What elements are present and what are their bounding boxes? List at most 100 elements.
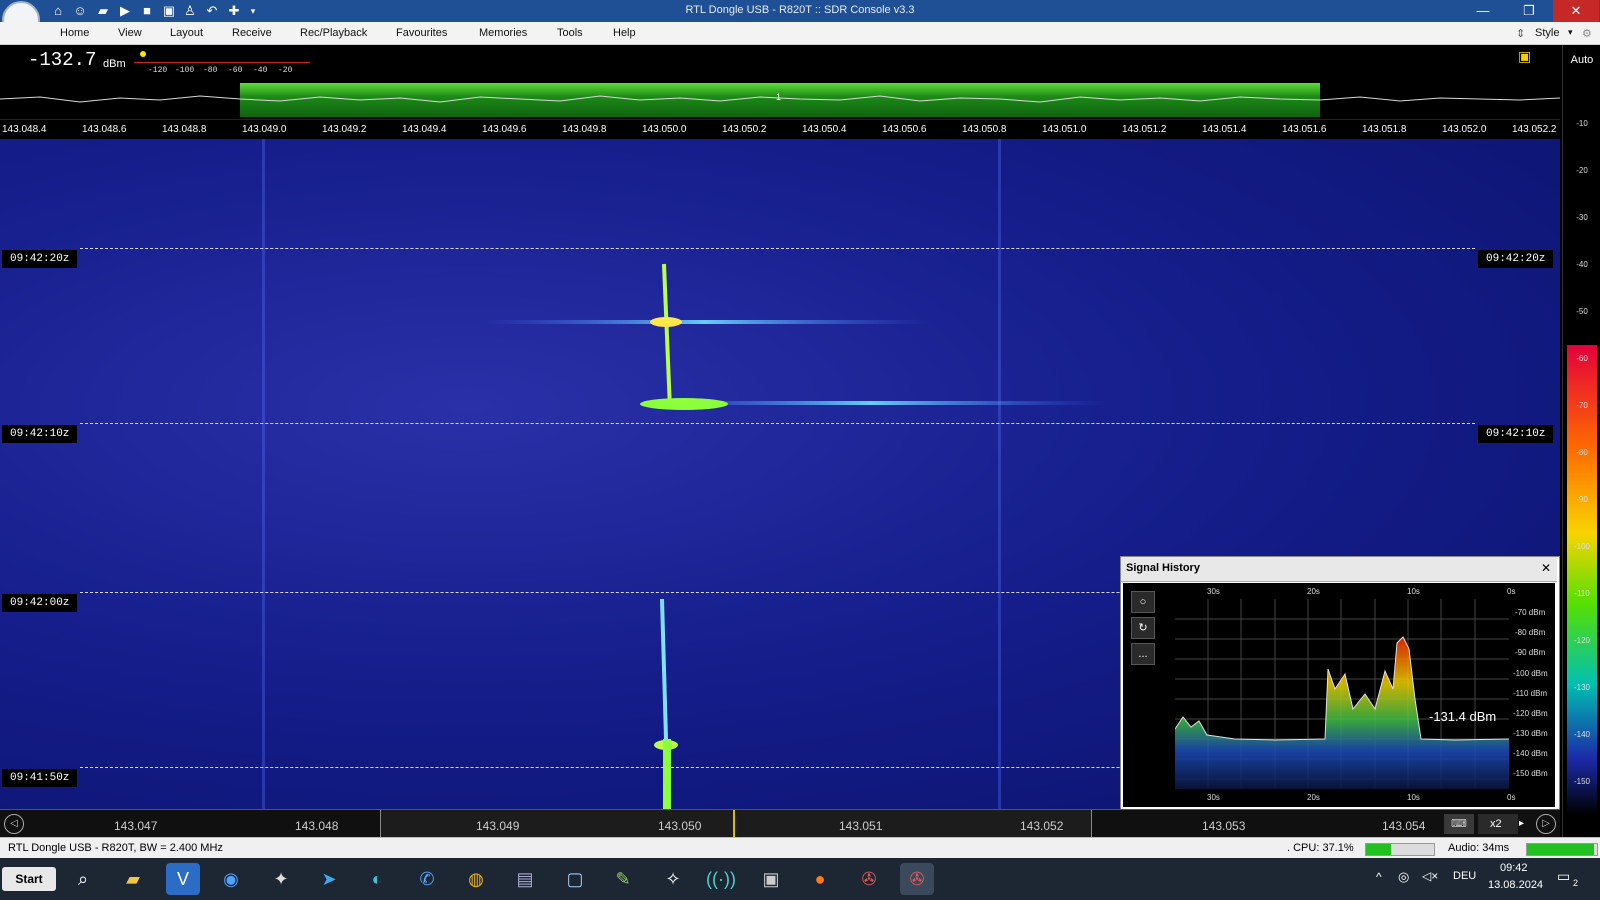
auto-button[interactable]: Auto (1565, 54, 1599, 66)
audio-status: Audio: 34ms (1448, 842, 1510, 854)
style-dropdown-icon[interactable]: ▾ (1568, 27, 1573, 38)
clock-time[interactable]: 09:42 (1500, 862, 1528, 874)
menu-view[interactable]: View (118, 27, 142, 39)
search-icon[interactable]: ⌕ (66, 863, 100, 895)
menu-home[interactable]: Home (60, 27, 89, 39)
tuning-bar[interactable]: ◁ 143.047 143.048 143.049 143.050 143.05… (0, 809, 1560, 838)
menu-rec-playback[interactable]: Rec/Playback (300, 27, 367, 39)
tray-arrow-icon[interactable]: ^ (1376, 870, 1382, 884)
tuning-cursor[interactable] (733, 810, 735, 837)
sh-time-label: 0s (1507, 587, 1516, 596)
edge-icon[interactable]: ◐ (360, 863, 394, 895)
menu-memories[interactable]: Memories (479, 27, 527, 39)
sh-reset-button[interactable]: ↻ (1131, 617, 1155, 639)
taskbar: Start ⌕ ▰ V ◉ ✦ ➤ ◐ ✆ ◍ ▤ ▢ ✎ ✧ ((·)) ▣ … (0, 858, 1600, 900)
phone-icon[interactable]: ✆ (410, 863, 444, 895)
freq-tick: 143.049.0 (242, 124, 287, 135)
freq-tick: 143.048.8 (162, 124, 207, 135)
globe-icon[interactable]: ◎ (1398, 869, 1409, 885)
scale-tick: -150 (1573, 777, 1590, 786)
sh-current-value: -131.4 dBm (1429, 709, 1497, 724)
scale-tick: -60 (1576, 354, 1588, 363)
telegram-icon[interactable]: ➤ (312, 863, 346, 895)
zoom-select[interactable]: x2 (1478, 814, 1518, 834)
level-scale-tick: -120 (148, 66, 168, 75)
play-icon[interactable]: ▶ (117, 3, 133, 19)
bottom-freq-label: 143.047 (114, 819, 158, 833)
scroll-left-icon[interactable]: ◁ (4, 814, 24, 834)
stop-icon[interactable]: ■ (139, 3, 155, 19)
satellite-icon[interactable]: ✦ (264, 863, 298, 895)
network-app-icon[interactable]: ▤ (508, 863, 542, 895)
spectrum-display[interactable]: 1 (0, 79, 1560, 119)
radio-icon[interactable]: ((·)) (704, 863, 738, 895)
dropdown-icon[interactable]: ▾ (245, 3, 261, 19)
freq-tick: 143.049.8 (562, 124, 607, 135)
compass-icon[interactable]: ✧ (656, 863, 690, 895)
firefox-icon[interactable]: ● (803, 863, 837, 895)
scale-tick: -80 (1576, 448, 1588, 457)
language-indicator[interactable]: DEU (1453, 870, 1476, 882)
close-button[interactable]: ✕ (1553, 0, 1599, 22)
keyboard-icon[interactable]: ⌨ (1444, 814, 1474, 834)
level-scale-tick: -60 (228, 66, 243, 75)
audio-meter-fill (1527, 844, 1594, 855)
sh-record-button[interactable]: ○ (1131, 591, 1155, 613)
folder-icon[interactable]: ▰ (95, 3, 111, 19)
lock-icon[interactable]: ▣ (161, 3, 177, 19)
sh-more-button[interactable]: ... (1131, 643, 1155, 665)
sh-dbm-label: -80 dBm (1515, 628, 1546, 637)
freq-tick: 143.051.0 (1042, 124, 1087, 135)
sh-dbm-label: -130 dBm (1513, 729, 1548, 738)
zoom-arrow-icon[interactable]: ▸ (1519, 814, 1524, 834)
file-explorer-icon[interactable]: ▰ (116, 863, 150, 895)
signal-history-titlebar[interactable]: Signal History ✕ (1121, 557, 1557, 582)
bottom-freq-label: 143.053 (1202, 819, 1246, 833)
sh-time-label: 30s (1207, 793, 1220, 802)
pin-icon[interactable]: ✚ (226, 3, 242, 19)
scale-tick: -30 (1576, 213, 1588, 222)
start-button[interactable]: Start (2, 867, 56, 891)
scale-tick: -90 (1576, 495, 1588, 504)
waterfall-scale: Auto -10 -20 -30 -40 -50 -60 -70 -80 -90… (1562, 45, 1600, 837)
clock-date[interactable]: 13.08.2024 (1488, 879, 1543, 891)
scale-tick: -50 (1576, 307, 1588, 316)
status-bar: RTL Dongle USB - R820T, BW = 2.400 MHz .… (0, 837, 1600, 859)
level-unit: dBm (103, 58, 126, 70)
home-icon[interactable]: ⌂ (50, 3, 66, 19)
sh-dbm-label: -70 dBm (1515, 608, 1546, 617)
menu-favourites[interactable]: Favourites (396, 27, 447, 39)
window-app-icon[interactable]: ▣ (754, 863, 788, 895)
bottom-freq-label: 143.049 (476, 819, 520, 833)
scroll-right-icon[interactable]: ▷ (1536, 814, 1556, 834)
menu-tools[interactable]: Tools (557, 27, 583, 39)
tuning-icon[interactable]: ♙ (182, 3, 198, 19)
scale-tick: -100 (1573, 542, 1590, 551)
lock-icon[interactable]: ▣ (1518, 48, 1531, 65)
close-icon[interactable]: ✕ (1541, 561, 1551, 575)
level-scale-tick: -80 (203, 66, 218, 75)
volume-icon[interactable]: ◁× (1422, 869, 1438, 883)
style-icon[interactable]: ⇕ (1516, 27, 1525, 40)
scale-tick: -140 (1573, 730, 1590, 739)
menu-help[interactable]: Help (613, 27, 636, 39)
notification-icon[interactable]: ▭ (1557, 868, 1570, 885)
sh-time-label: 20s (1307, 587, 1320, 596)
sdr-icon[interactable]: ✇ (852, 863, 886, 895)
style-menu[interactable]: Style (1535, 27, 1559, 39)
menu-layout[interactable]: Layout (170, 27, 203, 39)
thunderbird-icon[interactable]: ◉ (214, 863, 248, 895)
menu-bar: Home View Layout Receive Rec/Playback Fa… (0, 22, 1600, 45)
minimize-button[interactable]: — (1460, 0, 1506, 22)
freq-tick: 143.049.2 (322, 124, 367, 135)
settings-icon[interactable]: ⚙ (1582, 27, 1592, 40)
chrome-icon[interactable]: ◍ (459, 863, 493, 895)
sdr-console-icon[interactable]: ✇ (900, 863, 934, 895)
menu-receive[interactable]: Receive (232, 27, 272, 39)
users-icon[interactable]: ☺ (72, 3, 88, 19)
notepad-icon[interactable]: ✎ (606, 863, 640, 895)
undo-icon[interactable]: ↶ (204, 3, 220, 19)
chat-icon[interactable]: ▢ (558, 863, 592, 895)
maximize-button[interactable]: ❐ (1506, 0, 1552, 22)
vscode-icon[interactable]: V (166, 863, 200, 895)
